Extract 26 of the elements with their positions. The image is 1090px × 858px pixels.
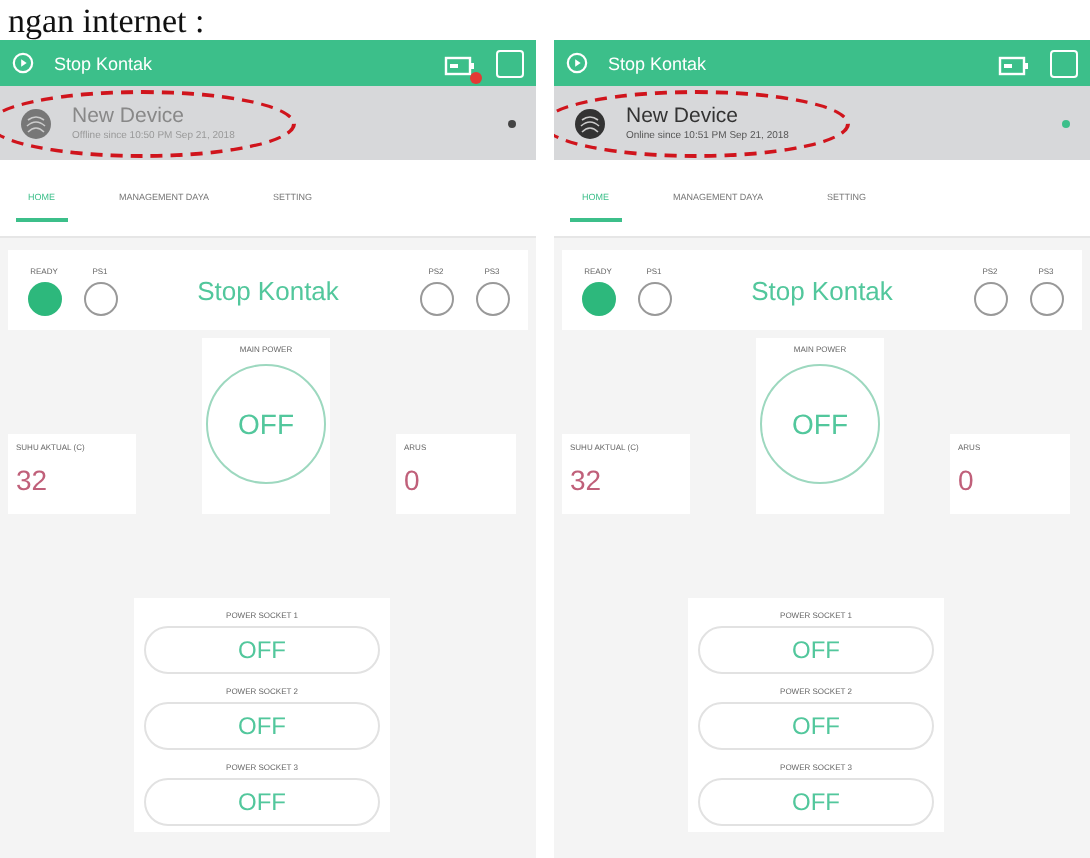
socket-toggle-button[interactable]: OFF: [144, 626, 380, 674]
square-icon[interactable]: [1050, 49, 1078, 77]
socket-toggle-button[interactable]: OFF: [698, 702, 934, 750]
caption-text: ngan internet :: [8, 4, 205, 40]
app-title: Stop Kontak: [608, 53, 709, 73]
square-icon[interactable]: [496, 49, 524, 77]
value-reading: 0: [404, 464, 422, 496]
battery-icon[interactable]: [998, 51, 1030, 75]
play-icon[interactable]: [566, 52, 588, 74]
status-dot: [1062, 119, 1070, 127]
power-toggle-button[interactable]: OFF: [206, 364, 326, 484]
socket-toggle-button[interactable]: OFF: [144, 702, 380, 750]
display-title: Stop Kontak: [195, 275, 341, 305]
value-reading: 0: [958, 464, 976, 496]
value-reading: 32: [570, 464, 604, 496]
device-name: New Device: [626, 104, 741, 128]
value-reading: 32: [16, 464, 50, 496]
socket-toggle-button[interactable]: OFF: [698, 626, 934, 674]
socket-toggle-button[interactable]: OFF: [698, 778, 934, 826]
socket-toggle-button[interactable]: OFF: [144, 778, 380, 826]
power-toggle-button[interactable]: OFF: [760, 364, 880, 484]
app-title: Stop Kontak: [54, 53, 155, 73]
status-dot: [508, 119, 516, 127]
play-icon[interactable]: [12, 52, 34, 74]
device-name: New Device: [72, 104, 187, 128]
display-title: Stop Kontak: [749, 275, 895, 305]
